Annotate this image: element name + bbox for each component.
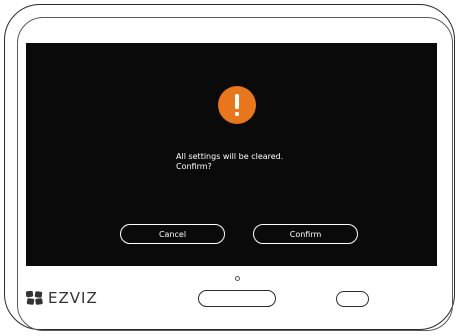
ezviz-logo-icon [26, 291, 43, 305]
dialog-message-line-2: Confirm? [176, 162, 212, 171]
home-button[interactable] [198, 290, 276, 307]
camera-sensor [235, 276, 240, 281]
side-button[interactable] [336, 291, 369, 307]
brand-logo: EZVIZ [26, 289, 98, 307]
dialog-message-line-1: All settings will be cleared. [176, 152, 284, 161]
brand-name: EZVIZ [48, 289, 98, 307]
cancel-button[interactable]: Cancel [120, 224, 225, 244]
confirm-button[interactable]: Confirm [253, 224, 358, 244]
exclamation-warning-icon [218, 86, 256, 124]
dialog-message: All settings will be cleared. Confirm? [176, 152, 283, 172]
